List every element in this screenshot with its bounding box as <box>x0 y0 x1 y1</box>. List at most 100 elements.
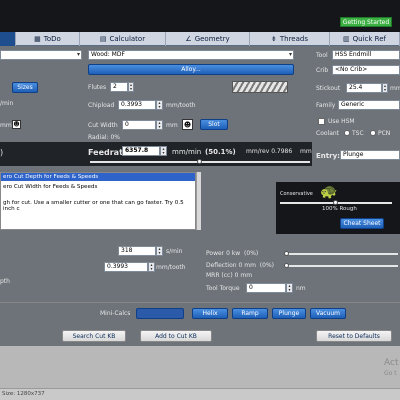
use-hsm-label: Use HSM <box>328 118 355 125</box>
tool-dropdown[interactable]: HSS Endmill <box>332 50 400 60</box>
mini-calcs-label: Mini-Calcs <box>100 310 131 317</box>
feedrate-left-paren: ) <box>0 148 4 157</box>
rpm-input[interactable]: 318 <box>118 246 156 256</box>
conservative-label: Conservative <box>280 191 313 197</box>
tool-value: HSS Endmill <box>335 51 372 58</box>
cheat-sheet-button[interactable]: Cheat Sheet <box>340 218 384 229</box>
cut-width-calc-icon[interactable]: ☻ <box>182 119 193 130</box>
crib-dropdown[interactable]: <No Crib> <box>332 65 400 75</box>
calculator-icon: ▤ <box>99 35 107 43</box>
tab-geometry[interactable]: ∠ Geometry <box>166 32 250 46</box>
pcn-radio[interactable] <box>370 130 376 136</box>
tab-label: Threads <box>279 35 308 43</box>
torque-stepper[interactable]: ▴ ▾ <box>286 283 293 293</box>
crib-value: <No Crib> <box>335 66 368 73</box>
stickout-input[interactable]: 25.4 <box>346 83 382 93</box>
tab-threads[interactable]: ⇟ Threads <box>250 32 330 46</box>
material-dropdown[interactable]: Wood: MDF ▾ <box>88 50 294 60</box>
slot-button[interactable]: Slot <box>200 119 228 130</box>
torque-unit: nm <box>296 285 306 292</box>
list-item[interactable]: ero Cut Width for Feeds & Speeds <box>1 183 195 191</box>
chipload-lower-stepper[interactable]: ▴ ▾ <box>148 262 155 272</box>
search-cut-kb-button[interactable]: Search Cut KB <box>62 330 126 342</box>
tab-active-left[interactable] <box>0 32 16 46</box>
chipload-input[interactable]: 0.3993 <box>118 100 156 110</box>
sizes-button[interactable]: Sizes <box>12 82 38 93</box>
add-to-cut-kb-button[interactable]: Add to Cut KB <box>140 330 212 342</box>
plunge-button[interactable]: Plunge <box>272 308 306 319</box>
entry-dropdown[interactable]: Plunge <box>340 150 400 160</box>
chevron-down-icon: ▾ <box>76 51 80 58</box>
feedrate-percent: (50.1%) <box>205 148 236 156</box>
alloy-button[interactable]: Alloy... <box>88 64 294 75</box>
pcn-label: PCN <box>378 130 391 137</box>
cut-width-input[interactable]: 0 <box>122 120 156 130</box>
tool-label: Tool <box>316 52 328 59</box>
entry-label: Entry: <box>316 152 340 160</box>
power-bar <box>288 253 398 255</box>
feedrate-rev-unit: mm <box>300 148 312 155</box>
flutes-stepper[interactable]: ▴ ▾ <box>128 82 134 92</box>
tab-label: Quick Ref <box>352 35 386 43</box>
radial-label: Radial: 0% <box>88 134 120 141</box>
turtle-icon: 🐢 <box>320 184 338 200</box>
rpm-unit-label: /min <box>0 100 14 107</box>
flutes-label: Flutes <box>88 84 107 91</box>
entry-value: Plunge <box>343 151 364 158</box>
feedrate-rev-text: mm/rev 0.7986 <box>246 148 293 155</box>
power-label: Power 0 kw (0%) <box>206 250 259 257</box>
chipload-unit: mm/tooth <box>166 102 196 109</box>
material-value: Wood: MDF <box>91 51 125 58</box>
deflection-bar <box>288 265 398 267</box>
ramp-button[interactable]: Ramp <box>232 308 268 319</box>
rough-label: 100% Rough <box>322 206 357 212</box>
notes-scrollbar[interactable] <box>196 172 201 230</box>
use-hsm-checkbox[interactable] <box>318 118 325 125</box>
todo-icon: ▦ <box>34 35 41 43</box>
quick-ref-icon: ▥ <box>343 35 350 43</box>
tab-quick-ref[interactable]: ▥ Quick Ref <box>330 32 400 46</box>
chipload-stepper[interactable]: ▴ ▾ <box>156 100 163 110</box>
tab-todo[interactable]: ▦ ToDo <box>16 32 80 46</box>
machine-dropdown[interactable]: ▾ <box>0 50 82 60</box>
chevron-down-icon: ▾ <box>288 51 292 58</box>
cut-width-stepper[interactable]: ▴ ▾ <box>156 120 163 130</box>
deflection-bar-marker <box>284 263 289 268</box>
reset-to-defaults-button[interactable]: Reset to Defaults <box>316 330 392 342</box>
mrr-label: MRR (cc) 0 mm <box>206 272 253 279</box>
helix-button[interactable]: Helix <box>192 308 228 319</box>
family-dropdown[interactable]: Generic <box>338 100 400 110</box>
rpm-unit: s/min <box>166 248 183 255</box>
tab-bar: ▦ ToDo ▤ Calculator ∠ Geometry ⇟ Threads ▥ Qu… <box>0 32 400 46</box>
tab-calculator[interactable]: ▤ Calculator <box>80 32 166 46</box>
vacuum-button[interactable]: Vacuum <box>310 308 346 319</box>
coolant-label: Coolant <box>316 130 340 137</box>
deflection-label: Deflection 0 mm (0%) <box>206 262 274 269</box>
title-bar: Getting Started <box>0 0 400 32</box>
geometry-icon: ∠ <box>185 35 192 43</box>
tsc-radio[interactable] <box>344 130 350 136</box>
flutes-input[interactable]: 2 <box>110 82 128 92</box>
mini-calcs-active-button[interactable] <box>136 308 184 319</box>
tsc-label: TSC <box>352 130 364 137</box>
feedrate-stepper[interactable]: ▴ ▾ <box>160 146 167 156</box>
getting-started-button[interactable]: Getting Started <box>340 17 392 27</box>
calculator-panel: ▾ Sizes /min mm ☻ Wood: MDF ▾ Alloy... Fl… <box>0 46 400 346</box>
power-bar-marker <box>284 251 289 256</box>
notes-list[interactable]: ero Cut Depth for Feeds & Speeds ero Cut… <box>0 172 196 230</box>
size-status-text: Size: 1280x737 <box>2 391 45 397</box>
rpm-stepper[interactable]: ▴ ▾ <box>156 246 163 256</box>
feedrate-input[interactable]: 6357.8 <box>122 146 160 156</box>
cut-width-label: Cut Width <box>88 122 118 129</box>
calc-icon[interactable]: ☻ <box>12 120 21 129</box>
torque-label: Tool Torque <box>206 285 240 292</box>
list-item[interactable]: gh for cut. Use a smaller cutter or one … <box>1 199 195 213</box>
torque-input[interactable]: 0 <box>246 283 286 293</box>
chipload-lower-input[interactable]: 0.3993 <box>104 262 148 272</box>
list-item[interactable]: ero Cut Depth for Feeds & Speeds <box>1 173 195 181</box>
watermark-line1: Act <box>384 358 399 368</box>
stickout-stepper[interactable]: ▴ ▾ <box>382 83 388 93</box>
tuning-slider-knob[interactable] <box>333 200 338 205</box>
stickout-label: Stickout <box>316 85 341 92</box>
feedrate-slider-knob[interactable] <box>197 159 202 164</box>
